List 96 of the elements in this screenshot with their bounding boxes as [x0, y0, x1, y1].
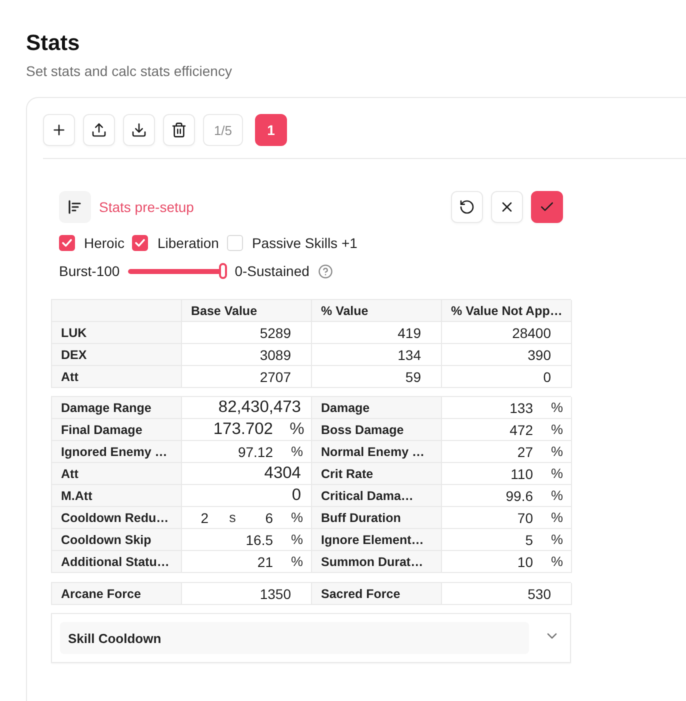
plus-icon: [51, 122, 67, 138]
table-cell[interactable]: 28400: [442, 322, 572, 344]
add-button[interactable]: [43, 114, 75, 146]
stat-input[interactable]: 21: [182, 554, 283, 570]
stat-label: Damage Range: [52, 397, 182, 419]
trash-icon: [171, 122, 187, 138]
stat-label: Sacred Force: [312, 583, 442, 605]
stat-input[interactable]: 70: [442, 510, 543, 526]
checkbox-label[interactable]: Passive Skills +1: [252, 235, 358, 251]
table-cell[interactable]: 390: [442, 344, 572, 366]
collapse-header[interactable]: Skill Cooldown: [60, 622, 529, 654]
panel-title: Stats pre-setup: [99, 199, 194, 215]
upload-button[interactable]: [83, 114, 115, 146]
upload-icon: [91, 122, 107, 138]
row-label: Att: [52, 366, 182, 388]
delete-button[interactable]: [163, 114, 195, 146]
checkbox-label[interactable]: Liberation: [157, 235, 219, 251]
unit-label: %: [550, 554, 564, 569]
table-cell[interactable]: 1350: [182, 583, 312, 605]
stat-input[interactable]: 110: [442, 466, 543, 482]
bar-chart-icon: [59, 191, 91, 223]
preset-tab[interactable]: 1: [255, 114, 287, 146]
checkmark-icon: [62, 239, 72, 247]
unit-label: s: [228, 510, 237, 525]
unit-label: %: [550, 444, 564, 459]
stat-value: 4304: [263, 464, 302, 483]
table-cell[interactable]: 419: [312, 322, 442, 344]
table-cell[interactable]: 530: [442, 583, 572, 605]
download-icon: [131, 122, 147, 138]
table-cell[interactable]: 59: [312, 366, 442, 388]
unit-label: %: [550, 532, 564, 547]
stat-label: Normal Enemy …: [312, 441, 442, 463]
unit-label: %: [550, 466, 564, 481]
table-cell[interactable]: 134: [312, 344, 442, 366]
stat-label: Ignore Element…: [312, 529, 442, 551]
checkbox-label[interactable]: Heroic: [84, 235, 124, 251]
unit-label: %: [550, 488, 564, 503]
column-header: Base Value: [182, 300, 312, 322]
stat-input[interactable]: 16.5: [182, 532, 283, 548]
stat-label: Critical Dama…: [312, 485, 442, 507]
column-header: % Value: [312, 300, 442, 322]
page-subtitle: Set stats and calc stats efficiency: [26, 62, 232, 80]
stat-input[interactable]: 2: [182, 510, 218, 526]
stat-input[interactable]: 133: [442, 400, 543, 416]
stat-value: 82,430,473: [217, 398, 302, 417]
stat-input[interactable]: 97.12: [182, 444, 283, 460]
column-header: % Value Not App…: [442, 300, 572, 322]
slider-start-label: Burst-100: [59, 263, 120, 279]
stat-input[interactable]: 99.6: [442, 488, 543, 504]
stat-input[interactable]: 6: [246, 510, 283, 526]
stat-label: Boss Damage: [312, 419, 442, 441]
row-label: DEX: [52, 344, 182, 366]
table-cell[interactable]: 3089: [182, 344, 312, 366]
stat-input[interactable]: 5: [442, 532, 543, 548]
stat-label: Att: [52, 463, 182, 485]
checkbox[interactable]: [59, 235, 75, 251]
stat-value: 173.702: [212, 420, 274, 439]
stat-label: Cooldown Redu…: [52, 507, 182, 529]
unit-label: %: [550, 400, 564, 415]
table-cell[interactable]: 5289: [182, 322, 312, 344]
slider-thumb[interactable]: [218, 263, 227, 279]
unit-label: %: [290, 510, 304, 525]
confirm-button[interactable]: [531, 191, 563, 223]
unit-label: %: [550, 510, 564, 525]
stat-label: Crit Rate: [312, 463, 442, 485]
reset-button[interactable]: [451, 191, 483, 223]
row-label: LUK: [52, 322, 182, 344]
unit-label: %: [290, 444, 304, 459]
download-button[interactable]: [123, 114, 155, 146]
stat-input[interactable]: 27: [442, 444, 543, 460]
stat-input[interactable]: 472: [442, 422, 543, 438]
unit-label: %: [288, 420, 306, 439]
stat-label: Additional Statu…: [52, 551, 182, 573]
stat-label: Final Damage: [52, 419, 182, 441]
table-cell[interactable]: 2707: [182, 366, 312, 388]
unit-label: %: [290, 532, 304, 547]
stat-value: 0: [290, 486, 302, 505]
slider-end-label: 0-Sustained: [234, 263, 310, 279]
close-button[interactable]: [491, 191, 523, 223]
help-icon[interactable]: [318, 264, 334, 278]
reset-icon: [459, 199, 475, 215]
unit-label: %: [290, 554, 304, 569]
checkbox[interactable]: [132, 235, 148, 251]
page-indicator: 1/5: [203, 114, 243, 146]
stat-label: Cooldown Skip: [52, 529, 182, 551]
page-title: Stats: [26, 30, 80, 56]
table-cell[interactable]: 0: [442, 366, 572, 388]
stat-input[interactable]: 10: [442, 554, 543, 570]
stat-label: Buff Duration: [312, 507, 442, 529]
checkmark-icon: [135, 239, 146, 247]
stat-label: Ignored Enemy …: [52, 441, 182, 463]
stat-label: Summon Durat…: [312, 551, 442, 573]
stat-label: M.Att: [52, 485, 182, 507]
unit-label: %: [550, 422, 564, 437]
stat-label: Arcane Force: [52, 583, 182, 605]
stat-label: Damage: [312, 397, 442, 419]
